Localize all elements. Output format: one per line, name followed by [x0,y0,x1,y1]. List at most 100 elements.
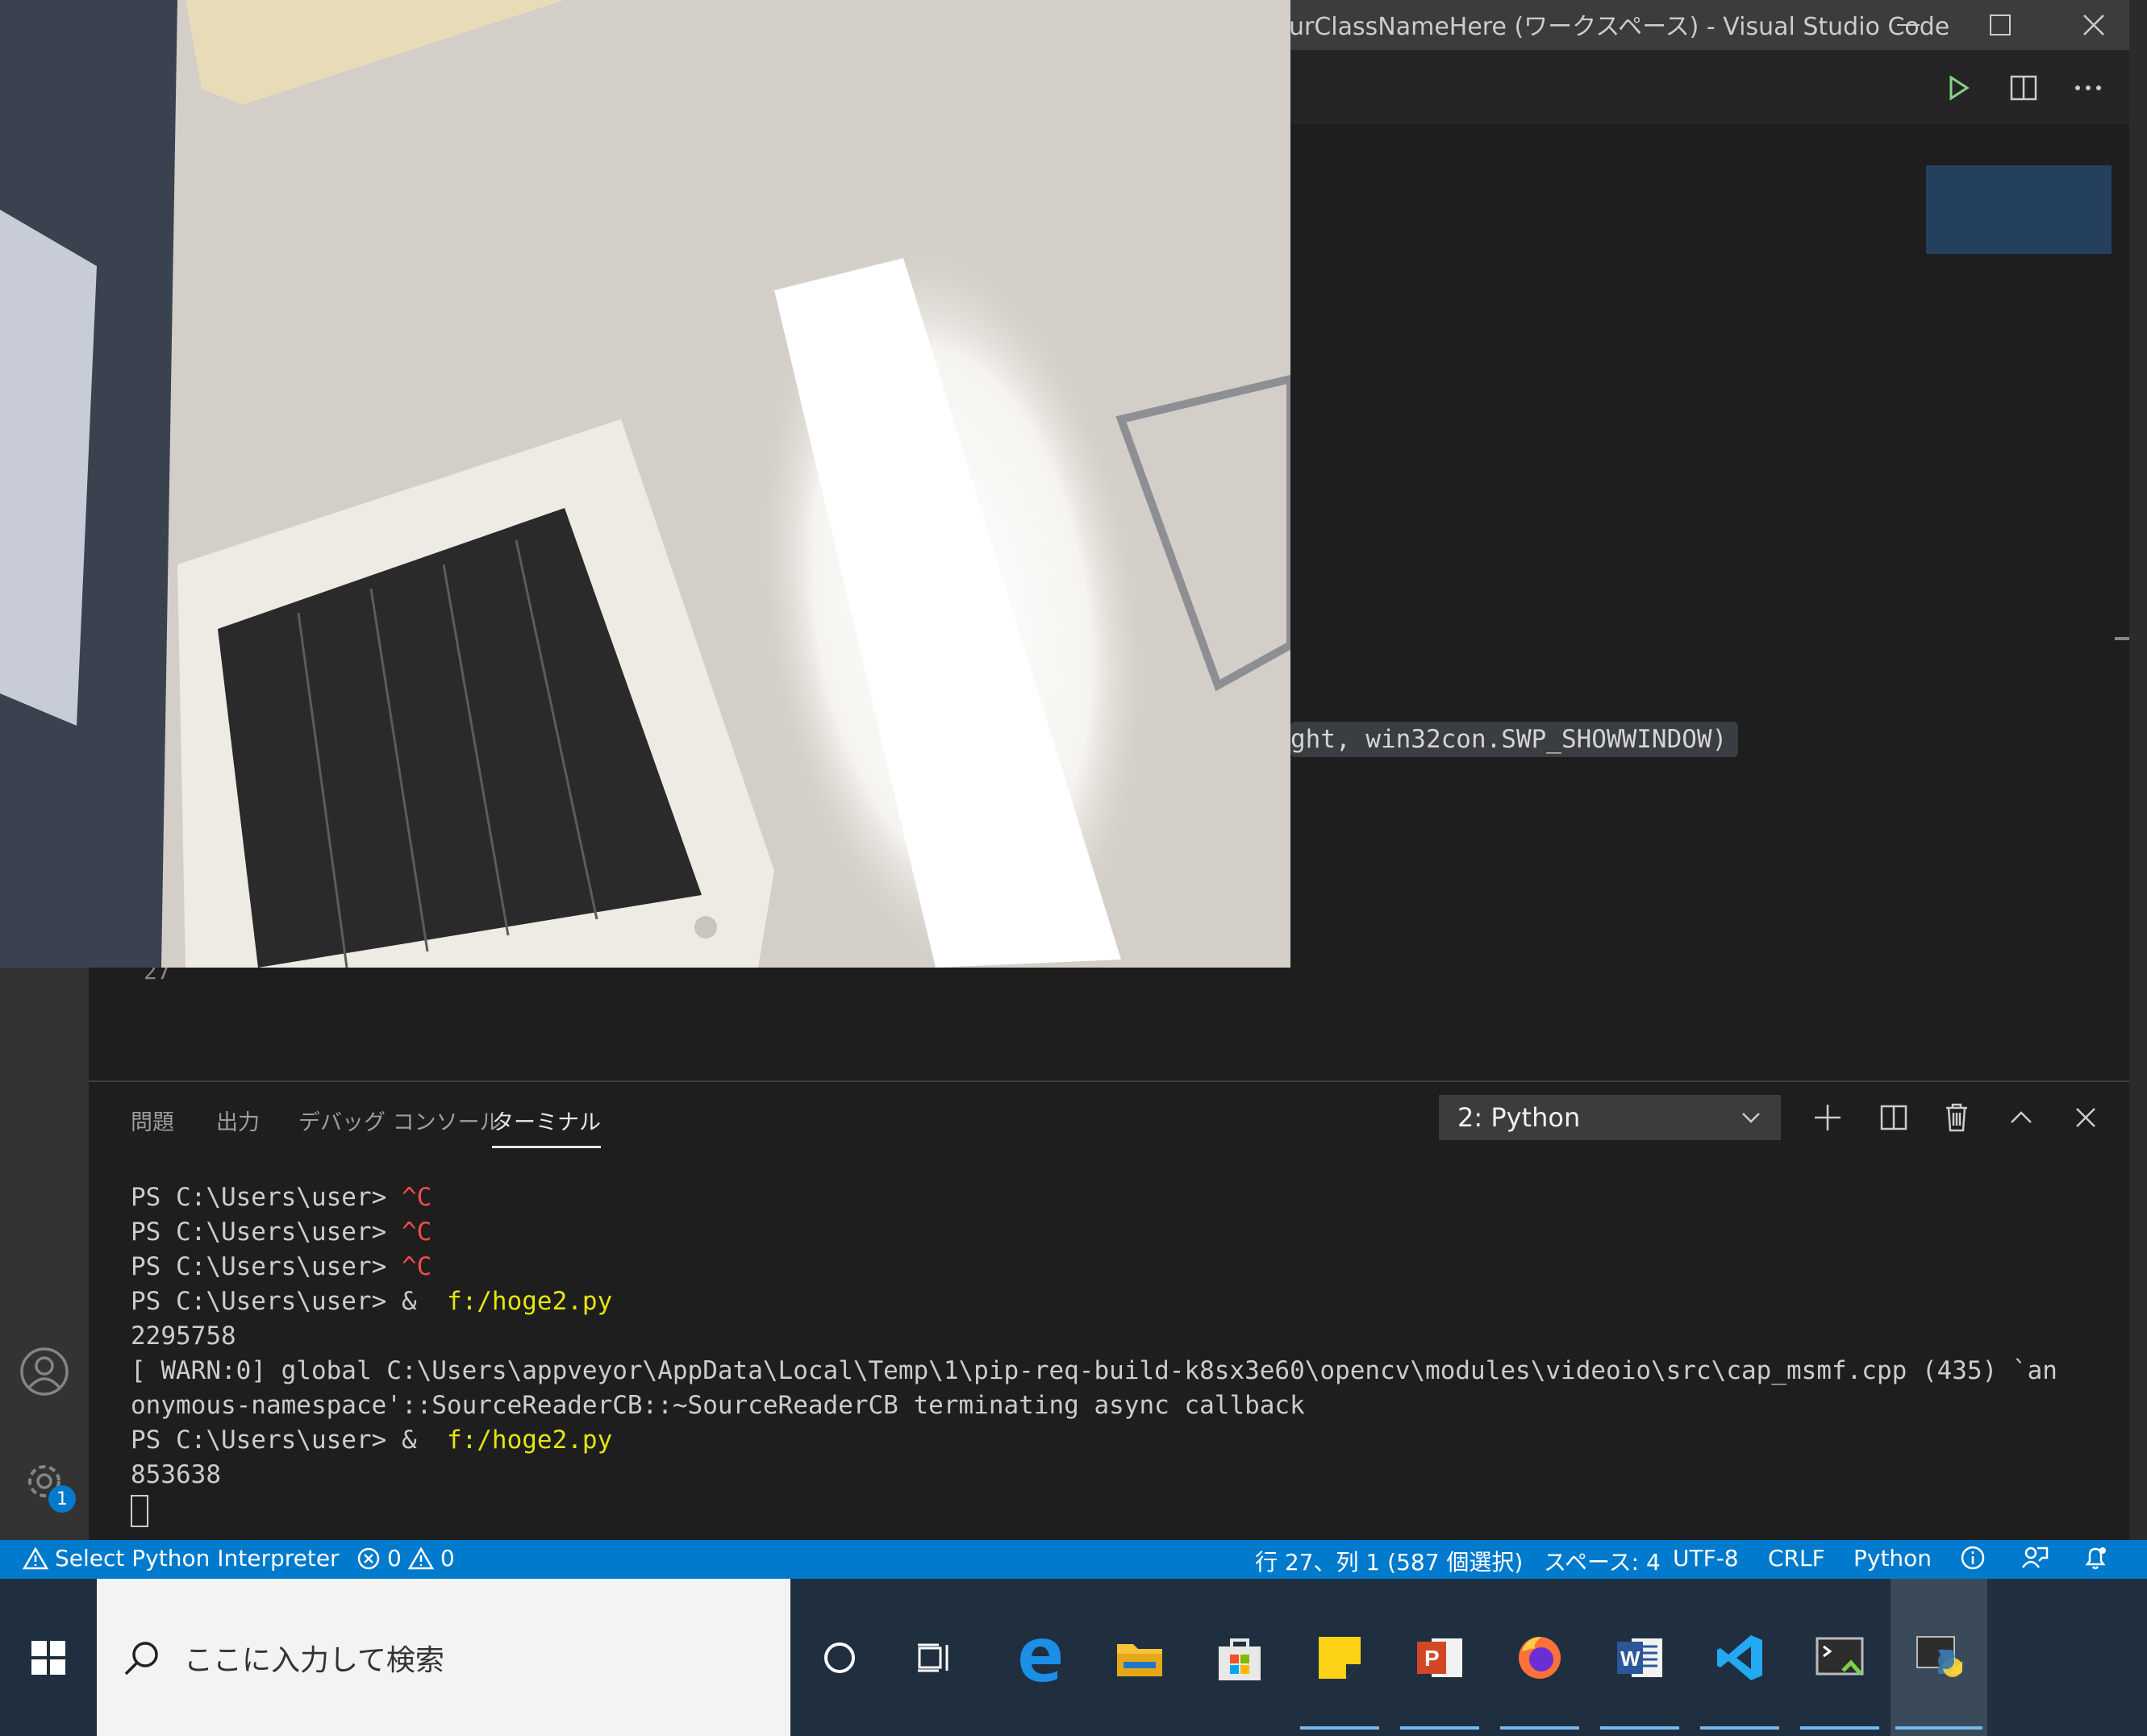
split-terminal-icon [1880,1105,1907,1130]
taskbar-app-explorer[interactable] [1095,1579,1184,1736]
minimize-button[interactable] [1876,0,1941,50]
error-count: 0 [387,1545,402,1572]
taskbar-app-terminal[interactable] [1795,1579,1884,1736]
camera-frame-image [0,0,1290,968]
taskbar-app-word[interactable]: W [1595,1579,1684,1736]
tab-problems[interactable]: 問題 [131,1105,174,1136]
store-icon [1219,1638,1261,1680]
taskbar-app-store[interactable] [1195,1579,1284,1736]
windows-logo-icon [31,1640,65,1675]
terminal-icon [1816,1637,1864,1676]
terminal-line [131,1492,2123,1527]
problems-indicator[interactable]: 0 0 [356,1545,455,1572]
select-interpreter-button[interactable]: Select Python Interpreter [23,1545,340,1572]
running-indicator [1800,1726,1879,1730]
close-panel-button[interactable] [2065,1097,2107,1139]
start-button[interactable] [0,1579,97,1736]
split-editor-icon [2010,75,2037,101]
camera-preview-window[interactable] [0,0,1290,968]
close-window-button[interactable] [2062,0,2126,50]
minimap[interactable] [1926,165,2112,254]
powerpoint-icon: P [1417,1638,1462,1677]
interpreter-label: Select Python Interpreter [55,1545,340,1572]
taskbar-search-box[interactable]: ここに入力して検索 [97,1579,790,1736]
cortana-button[interactable] [795,1579,884,1736]
maximize-panel-button[interactable] [2000,1097,2042,1139]
indentation[interactable]: スペース: 4 [1544,1545,1661,1577]
terminal-selector[interactable]: 2: Python [1439,1095,1781,1140]
maximize-icon [1990,15,2011,35]
firefox-icon [1519,1636,1561,1679]
taskbar-app-edge[interactable] [995,1579,1084,1736]
running-indicator [1500,1726,1579,1730]
terminal-line: 853638 [131,1460,221,1489]
terminal-cursor [131,1494,148,1527]
cursor-position[interactable]: 行 27、列 1 (587 個選択) [1255,1545,1523,1577]
running-indicator [1895,1726,1982,1730]
window-title: urClassNameHere (ワークスペース) - Visual Studi… [1289,13,1950,41]
terminal-line: PS C:\Users\user> ^C [131,1252,432,1281]
window-edge-scrollbar[interactable] [2129,0,2147,1540]
account-icon [20,1347,69,1396]
cortana-icon [824,1642,855,1673]
terminal-line: [ WARN:0] global C:\Users\appveyor\AppDa… [131,1356,2057,1385]
close-icon [2076,1108,2095,1127]
warning-count: 0 [440,1545,455,1572]
run-button[interactable] [1939,68,1979,108]
tab-output[interactable]: 出力 [216,1105,260,1136]
taskbar-app-powerpoint[interactable]: P [1395,1579,1484,1736]
feedback-icon [2021,1547,2049,1568]
taskbar-app-vscode[interactable] [1695,1579,1784,1736]
accounts-button[interactable] [13,1340,76,1403]
info-button[interactable] [1960,1545,1986,1571]
minimize-icon [1897,24,1920,26]
plus-icon [1815,1105,1841,1130]
maximize-button[interactable] [1968,0,2032,50]
tab-terminal[interactable]: ターミナル [492,1105,601,1148]
encoding[interactable]: UTF-8 [1673,1545,1739,1572]
more-actions-button[interactable] [2068,68,2108,108]
sticky-notes-icon [1319,1636,1361,1679]
status-bar: Select Python Interpreter 0 0 行 27、列 1 (… [0,1540,2147,1579]
code-line-selected[interactable]: ght, win32con.SWP_SHOWWINDOW) [1290,722,1739,757]
terminal-line: PS C:\Users\user> & f:/hoge2.py [131,1287,613,1316]
trash-icon [1946,1103,1967,1132]
vscode-icon [1717,1634,1762,1680]
error-icon [357,1547,380,1569]
language-mode[interactable]: Python [1853,1545,1932,1572]
warning-icon [23,1547,48,1569]
info-icon [1961,1546,1985,1570]
new-terminal-button[interactable] [1807,1097,1849,1139]
search-icon [124,1641,158,1675]
split-terminal-button[interactable] [1873,1097,1915,1139]
tab-debug-console[interactable]: デバッグ コンソール [298,1105,502,1136]
line-ending[interactable]: CRLF [1768,1545,1825,1572]
notifications-button[interactable] [2082,1545,2108,1571]
terminal-line: onymous-namespace'::SourceReaderCB::~Sou… [131,1391,1305,1420]
taskbar-app-firefox[interactable] [1495,1579,1584,1736]
terminal-line: PS C:\Users\user> ^C [131,1218,432,1247]
terminal-line: 2295758 [131,1322,236,1351]
taskbar: ここに入力して検索 P W [0,1579,2147,1736]
terminal-line: PS C:\Users\user> & f:/hoge2.py [131,1426,613,1455]
terminal-selector-value: 2: Python [1457,1102,1581,1133]
chevron-down-icon [1742,1113,1760,1123]
task-view-button[interactable] [890,1579,979,1736]
kill-terminal-button[interactable] [1936,1097,1978,1139]
python-icon [1916,1635,1962,1677]
search-placeholder: ここに入力して検索 [184,1643,444,1677]
taskbar-app-python[interactable] [1891,1579,1987,1736]
run-icon [1949,75,1970,101]
feedback-button[interactable] [2021,1545,2049,1571]
manage-button[interactable]: 1 [13,1450,76,1513]
warning-icon [407,1547,434,1569]
terminal-output[interactable]: PS C:\Users\user> ^C PS C:\Users\user> ^C… [131,1180,2123,1527]
chevron-up-icon [2011,1111,2032,1123]
terminal-line: PS C:\Users\user> ^C [131,1183,432,1212]
running-indicator [1400,1726,1479,1730]
bell-icon [2085,1547,2106,1570]
taskbar-app-sticky-notes[interactable] [1295,1579,1384,1736]
split-editor-button[interactable] [2003,68,2044,108]
svg-text:W: W [1620,1646,1640,1671]
running-indicator [1700,1726,1779,1730]
